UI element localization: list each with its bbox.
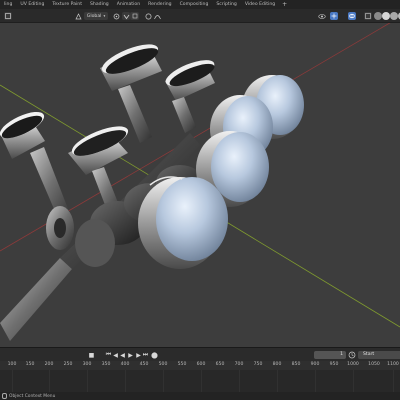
ruler-label: 1000 bbox=[347, 362, 359, 367]
ruler-label: 100 bbox=[7, 362, 17, 367]
tab-scripting[interactable]: Scripting bbox=[212, 0, 240, 9]
timeline-ruler[interactable]: 100 150 200 250 300 350 400 450 500 550 … bbox=[0, 361, 400, 370]
crankshaft bbox=[0, 258, 72, 341]
ruler-label: 950 bbox=[329, 362, 339, 367]
chevron-down-icon: ▾ bbox=[103, 14, 106, 18]
grid-line bbox=[49, 370, 50, 392]
ruler-label: 1100 bbox=[387, 362, 399, 367]
proportional-edit-icon[interactable] bbox=[144, 12, 152, 20]
visibility-icon[interactable] bbox=[318, 12, 326, 20]
tab-modeling[interactable]: ling bbox=[0, 0, 16, 9]
status-text: Object Context Menu bbox=[9, 393, 56, 399]
grid-line bbox=[12, 370, 13, 392]
snap-target-icon[interactable] bbox=[130, 12, 139, 20]
ruler-label: 1050 bbox=[368, 362, 380, 367]
grid-line bbox=[163, 370, 164, 392]
ruler-label: 650 bbox=[215, 362, 225, 367]
snap-icon[interactable] bbox=[122, 12, 130, 20]
orientation-icon[interactable] bbox=[74, 12, 82, 20]
material-shading-icon[interactable] bbox=[390, 12, 398, 20]
tab-uv-editing[interactable]: UV Editing bbox=[16, 0, 48, 9]
solid-shading-icon[interactable] bbox=[382, 12, 390, 20]
play-icon[interactable]: ▶ bbox=[127, 351, 134, 359]
overlay-icon[interactable] bbox=[348, 12, 356, 20]
ruler-label: 800 bbox=[272, 362, 282, 367]
falloff-icon[interactable] bbox=[153, 12, 161, 20]
jump-start-icon[interactable]: ⏮ bbox=[105, 351, 112, 359]
prev-keyframe-icon[interactable]: ◀ bbox=[112, 351, 119, 359]
grid-line bbox=[239, 370, 240, 392]
ruler-label: 300 bbox=[82, 362, 92, 367]
jump-end-icon[interactable]: ⏭ bbox=[142, 351, 149, 359]
wireframe-shading-icon[interactable] bbox=[374, 12, 382, 20]
keyframe-icon[interactable]: ⬤ bbox=[151, 351, 158, 359]
timeline-header: ■ ⏮ ◀ ◀ ▶ ▶ ⏭ ⬤ 1 Start bbox=[0, 347, 400, 361]
tab-compositing[interactable]: Compositing bbox=[176, 0, 213, 9]
stop-icon[interactable]: ■ bbox=[88, 351, 95, 359]
gizmo-icon[interactable] bbox=[330, 12, 338, 20]
grid-line bbox=[87, 370, 88, 392]
select-mode-icon[interactable] bbox=[4, 12, 12, 20]
grid-line bbox=[201, 370, 202, 392]
pivot-icon[interactable] bbox=[112, 12, 120, 20]
3d-viewport[interactable] bbox=[0, 23, 400, 347]
ruler-label: 850 bbox=[291, 362, 301, 367]
mouse-icon bbox=[2, 393, 7, 399]
xray-icon[interactable] bbox=[364, 12, 372, 20]
clock-icon[interactable] bbox=[348, 351, 356, 359]
add-workspace-button[interactable]: + bbox=[279, 0, 290, 9]
timeline-track[interactable] bbox=[0, 370, 400, 392]
grid-line bbox=[353, 370, 354, 392]
tab-animation[interactable]: Animation bbox=[113, 0, 144, 9]
ruler-label: 150 bbox=[25, 362, 35, 367]
ruler-label: 550 bbox=[177, 362, 187, 367]
ruler-label: 500 bbox=[158, 362, 168, 367]
ruler-label: 750 bbox=[253, 362, 263, 367]
viewport-header: Global ▾ bbox=[0, 9, 400, 23]
play-reverse-icon[interactable]: ◀ bbox=[119, 351, 126, 359]
status-bar: Object Context Menu bbox=[0, 392, 400, 400]
grid-line bbox=[125, 370, 126, 392]
ruler-label: 200 bbox=[44, 362, 54, 367]
start-frame-field[interactable]: Start bbox=[358, 351, 400, 359]
tab-texture-paint[interactable]: Texture Paint bbox=[48, 0, 86, 9]
grid-line bbox=[315, 370, 316, 392]
tab-rendering[interactable]: Rendering bbox=[144, 0, 175, 9]
ruler-label: 900 bbox=[310, 362, 320, 367]
ruler-label: 350 bbox=[101, 362, 111, 367]
next-keyframe-icon[interactable]: ▶ bbox=[135, 351, 142, 359]
ruler-label: 450 bbox=[139, 362, 149, 367]
ruler-label: 600 bbox=[196, 362, 206, 367]
tab-video-editing[interactable]: Video Editing bbox=[241, 0, 279, 9]
tab-shading[interactable]: Shading bbox=[86, 0, 113, 9]
ruler-label: 700 bbox=[234, 362, 244, 367]
workspace-tabbar: ling UV Editing Texture Paint Shading An… bbox=[0, 0, 400, 9]
engine-render bbox=[0, 23, 400, 341]
orientation-label: Global bbox=[86, 13, 102, 19]
ruler-label: 250 bbox=[63, 362, 73, 367]
grid-line bbox=[277, 370, 278, 392]
current-frame-field[interactable]: 1 bbox=[314, 351, 346, 359]
grid-line bbox=[393, 370, 394, 392]
transform-orientation-dropdown[interactable]: Global ▾ bbox=[84, 12, 108, 20]
ruler-label: 400 bbox=[120, 362, 130, 367]
